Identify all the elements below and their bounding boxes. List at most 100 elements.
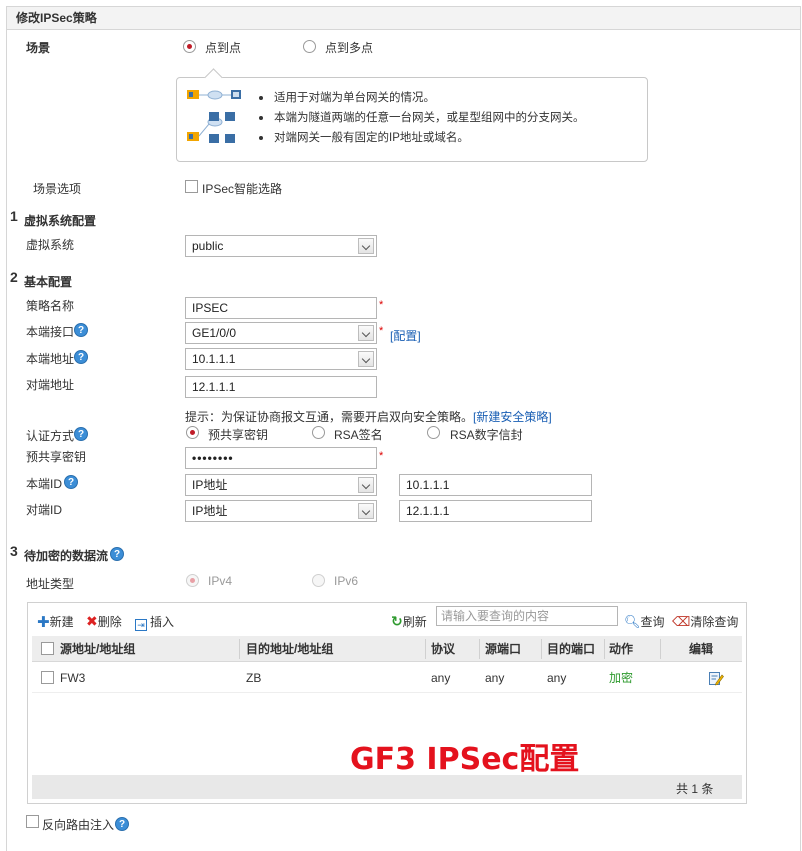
- reverse-route-checkbox[interactable]: [26, 815, 39, 828]
- chevron-down-icon[interactable]: [358, 238, 374, 254]
- delete-button[interactable]: ✖删除: [86, 613, 122, 630]
- scene-bullet: 本端为隧道两端的任意一台网关，或星型组网中的分支网关。: [257, 108, 585, 128]
- table-row[interactable]: FW3 ZB any any any 加密: [32, 663, 742, 693]
- refresh-button-label: 刷新: [402, 615, 427, 629]
- watermark-text: GF3 IPSec配置: [350, 742, 580, 777]
- ipsec-smart-route-checkbox[interactable]: [185, 180, 198, 193]
- cell-sport: any: [485, 671, 505, 685]
- scene-p2mp-label[interactable]: 点到多点: [325, 39, 373, 56]
- peer-id-type-select[interactable]: IP地址: [185, 500, 377, 522]
- local-interface-value: GE1/0/0: [192, 326, 237, 340]
- local-id-input[interactable]: 10.1.1.1: [399, 474, 592, 496]
- peer-address-label: 对端地址: [26, 378, 75, 392]
- col-proto[interactable]: 协议: [431, 636, 455, 662]
- auth-rsa-envelope-label[interactable]: RSA数字信封: [450, 426, 523, 443]
- scene-p2p-radio[interactable]: [183, 40, 196, 53]
- local-id-type-select[interactable]: IP地址: [185, 474, 377, 496]
- col-action[interactable]: 动作: [609, 636, 633, 662]
- clear-query-button[interactable]: ⌫清除查询: [672, 613, 738, 630]
- select-all-checkbox[interactable]: [41, 642, 54, 655]
- help-icon[interactable]: ?: [64, 475, 78, 489]
- addr-type-ipv4-radio[interactable]: [186, 574, 199, 587]
- reverse-route-label[interactable]: 反向路由注入: [42, 816, 114, 833]
- chevron-down-icon[interactable]: [358, 477, 374, 493]
- addr-type-ipv6-radio[interactable]: [312, 574, 325, 587]
- edit-icon[interactable]: [708, 663, 724, 693]
- section1-title: 虚拟系统配置: [24, 214, 97, 228]
- scene-p2mp-radio[interactable]: [303, 40, 316, 53]
- hint-text: 提示：为保证协商报文互通，需要开启双向安全策略。[新建安全策略]: [185, 408, 552, 425]
- page-title: 修改IPSec策略: [6, 6, 801, 30]
- query-button[interactable]: 🔍︎查询: [624, 613, 665, 630]
- help-icon[interactable]: ?: [74, 323, 88, 337]
- auth-rsa-envelope-radio[interactable]: [427, 426, 440, 439]
- vsys-value: public: [192, 239, 224, 253]
- local-id-type-value: IP地址: [192, 478, 228, 492]
- addr-type-ipv4-label[interactable]: IPv4: [208, 574, 232, 588]
- config-interface-link[interactable]: [配置]: [390, 327, 421, 344]
- local-interface-select[interactable]: GE1/0/0: [185, 322, 377, 344]
- new-button[interactable]: ✚新建: [37, 613, 74, 631]
- auth-psk-label[interactable]: 预共享密钥: [208, 426, 268, 443]
- refresh-icon: ↻: [391, 613, 403, 629]
- insert-button[interactable]: ⇥ 插入: [135, 613, 174, 631]
- close-icon: ✖: [86, 613, 98, 629]
- peer-id-input[interactable]: 12.1.1.1: [399, 500, 592, 522]
- chevron-down-icon[interactable]: [358, 325, 374, 341]
- ipsec-smart-route-label[interactable]: IPSec智能选路: [202, 180, 282, 197]
- scene-bullet-list: 适用于对端为单台网关的情况。 本端为隧道两端的任意一台网关，或星型组网中的分支网…: [257, 88, 585, 148]
- col-dst[interactable]: 目的地址/地址组: [246, 636, 333, 662]
- auth-psk-radio[interactable]: [186, 426, 199, 439]
- row-checkbox[interactable]: [41, 671, 54, 684]
- col-dport[interactable]: 目的端口: [547, 636, 595, 662]
- scene-option-label: 场景选项: [33, 182, 82, 196]
- peer-id-type-value: IP地址: [192, 504, 228, 518]
- col-sport[interactable]: 源端口: [485, 636, 521, 662]
- policy-name-input[interactable]: IPSEC: [185, 297, 377, 319]
- search-icon: 🔍︎: [624, 614, 641, 629]
- chevron-down-icon[interactable]: [358, 503, 374, 519]
- peer-address-input[interactable]: 12.1.1.1: [185, 376, 377, 398]
- local-address-select[interactable]: 10.1.1.1: [185, 348, 377, 370]
- new-security-policy-link[interactable]: [新建安全策略]: [473, 410, 552, 424]
- plus-icon: ✚: [37, 614, 50, 631]
- table-footer: 共 1 条: [32, 775, 742, 799]
- scene-info-box: 适用于对端为单台网关的情况。 本端为隧道两端的任意一台网关，或星型组网中的分支网…: [176, 77, 648, 162]
- required-marker: *: [379, 325, 384, 337]
- col-src[interactable]: 源地址/地址组: [60, 636, 135, 662]
- delete-button-label: 删除: [97, 615, 122, 629]
- auth-rsa-sign-radio[interactable]: [312, 426, 325, 439]
- section3-title: 待加密的数据流: [24, 549, 109, 563]
- col-edit[interactable]: 编辑: [689, 636, 713, 662]
- policy-name-label: 策略名称: [26, 299, 75, 313]
- vsys-select[interactable]: public: [185, 235, 377, 257]
- hint-message: 提示：为保证协商报文互通，需要开启双向安全策略。: [185, 410, 474, 424]
- psk-input[interactable]: ••••••••: [185, 447, 377, 469]
- chevron-down-icon[interactable]: [358, 351, 374, 367]
- help-icon[interactable]: ?: [74, 350, 88, 364]
- section2-number: 2: [10, 269, 18, 285]
- help-icon[interactable]: ?: [110, 547, 124, 561]
- help-icon[interactable]: ?: [115, 817, 129, 831]
- search-input[interactable]: 请输入要查询的内容: [436, 606, 618, 626]
- topology-icon: [187, 90, 241, 143]
- insert-button-label: 插入: [150, 615, 175, 629]
- peer-id-label: 对端ID: [26, 503, 63, 517]
- vsys-label: 虚拟系统: [26, 238, 75, 252]
- refresh-button[interactable]: ↻刷新: [391, 613, 427, 630]
- auth-rsa-sign-label[interactable]: RSA签名: [334, 426, 383, 443]
- addr-type-ipv6-label[interactable]: IPv6: [334, 574, 358, 588]
- help-icon[interactable]: ?: [74, 427, 88, 441]
- scene-p2p-label[interactable]: 点到点: [205, 39, 241, 56]
- new-button-label: 新建: [49, 615, 74, 629]
- cell-proto: any: [431, 671, 451, 685]
- section1-number: 1: [10, 208, 18, 224]
- local-id-label: 本端ID: [26, 477, 63, 491]
- cell-dst: ZB: [246, 671, 262, 685]
- scene-bullet: 适用于对端为单台网关的情况。: [257, 88, 585, 108]
- clear-query-button-label: 清除查询: [690, 615, 739, 629]
- scene-label: 场景: [26, 41, 51, 55]
- psk-label: 预共享密钥: [26, 450, 87, 464]
- section2-title: 基本配置: [24, 275, 73, 289]
- local-interface-label: 本端接口: [26, 325, 75, 339]
